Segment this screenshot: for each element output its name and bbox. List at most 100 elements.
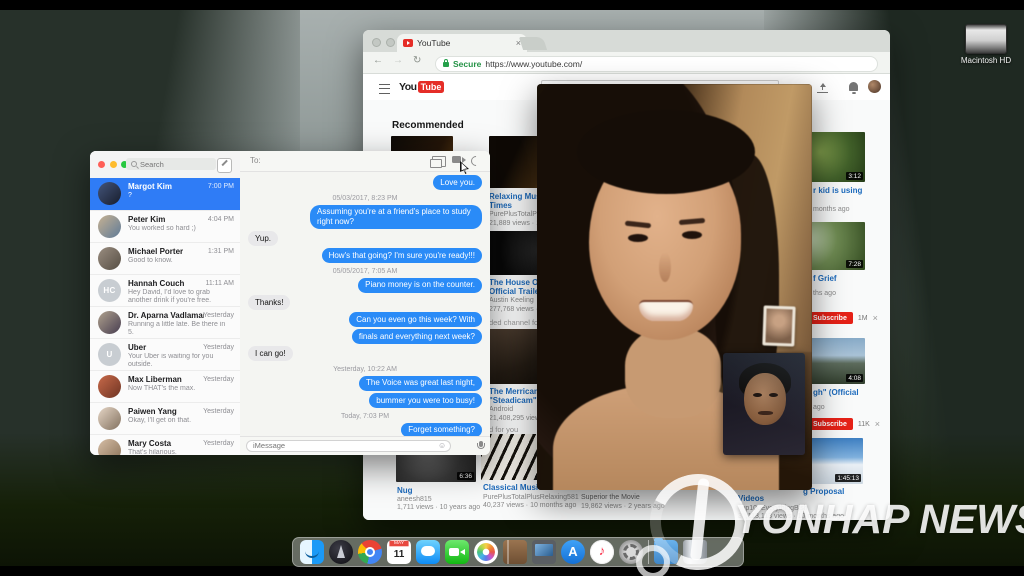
window-controls[interactable]: [98, 161, 128, 168]
message-time: Yesterday: [203, 439, 234, 447]
conversation-row-max-liberman[interactable]: Max Liberman Yesterday Now THAT's the ma…: [90, 370, 240, 402]
message-thread: Love you. 05/03/2017, 8:23 PM Assuming y…: [240, 171, 490, 437]
subscribe-button[interactable]: Subscribe: [807, 312, 853, 324]
back-icon[interactable]: ←: [373, 55, 383, 66]
conversation-row-aparna-vadlamani[interactable]: Dr. Aparna Vadlamani Yesterday Running a…: [90, 306, 240, 338]
trash-icon[interactable]: [683, 540, 707, 564]
video-title[interactable]: Videos: [738, 494, 764, 503]
conversation-row-uber[interactable]: U Uber Yesterday Your Uber is waiting fo…: [90, 338, 240, 370]
chrome-icon[interactable]: [358, 540, 382, 564]
facetime-local-video[interactable]: [723, 353, 805, 455]
timestamp: Today, 7:03 PM: [340, 413, 390, 421]
itunes-icon[interactable]: ♪: [590, 540, 614, 564]
close-window-icon[interactable]: [98, 161, 105, 168]
conversation-row-paiwen-yang[interactable]: Paiwen Yang Yesterday Okay, I'll get on …: [90, 402, 240, 434]
sent-bubble: finals and everything next week?: [351, 329, 482, 344]
sent-bubble: Can you even go this week? With: [349, 312, 482, 327]
message-preview: Hey David, I'd love to grab another drin…: [128, 288, 212, 305]
account-avatar[interactable]: [868, 80, 881, 93]
imessage-input[interactable]: [246, 439, 451, 452]
conversation-row-margot-kim[interactable]: Margot Kim 7:00 PM ?: [90, 178, 240, 210]
conversation-row-peter-kim[interactable]: Peter Kim 4:04 PM You worked so hard ;): [90, 210, 240, 242]
search-icon: [131, 161, 137, 167]
timestamp: 05/03/2017, 8:23 PM: [332, 195, 398, 203]
facetime-app-icon[interactable]: [445, 540, 469, 564]
sent-bubble: Piano money is on the counter.: [358, 277, 482, 293]
avatar: [98, 407, 121, 430]
eye: [628, 234, 648, 242]
conversation-list: Margot Kim 7:00 PM ? Peter Kim 4:04 PM Y…: [90, 178, 240, 455]
audio-call-icon[interactable]: [468, 153, 484, 169]
emoji-icon[interactable]: ☺: [438, 441, 446, 450]
message-preview: You worked so hard ;): [128, 224, 196, 232]
message-time: 7:00 PM: [207, 182, 234, 190]
desktop: Macintosh HD YouTube × ← → ↻ Secure http…: [0, 0, 1024, 576]
minimize-window-icon[interactable]: [386, 38, 395, 47]
search-input[interactable]: [126, 158, 216, 170]
hamburger-menu-icon[interactable]: [379, 84, 390, 94]
video-channel[interactable]: Austin Keeling: [489, 297, 534, 304]
conversation-row-michael-porter[interactable]: Michael Porter 1:31 PM Good to know.: [90, 242, 240, 274]
video-title[interactable]: Superior the Movie: [581, 494, 640, 501]
subscribe-button[interactable]: Subscribe: [807, 418, 853, 430]
new-tab-button[interactable]: [518, 37, 548, 50]
minimize-window-icon[interactable]: [109, 161, 117, 168]
reload-icon[interactable]: ↻: [413, 55, 421, 66]
compose-icon[interactable]: [217, 158, 232, 173]
calendar-icon[interactable]: MAY 11: [387, 540, 411, 564]
video-channel[interactable]: PurePlusTotalPlusRelaxing581: [483, 494, 579, 501]
video-channel[interactable]: Android: [489, 406, 513, 413]
youtube-logo[interactable]: You Tube: [399, 81, 445, 93]
monogram-avatar: HC: [98, 279, 121, 302]
display-icon[interactable]: [532, 540, 556, 564]
chat-header: To:: [240, 151, 490, 174]
avatar: [98, 182, 121, 205]
contact-name: Uber: [128, 343, 147, 352]
upload-icon[interactable]: [817, 83, 828, 93]
eye: [682, 231, 702, 239]
contact-name: Max Liberman: [128, 375, 182, 384]
subscriber-count: 11K: [857, 420, 870, 428]
timestamp: 05/05/2017, 7:05 AM: [332, 268, 398, 276]
tab-youtube[interactable]: YouTube ×: [397, 34, 527, 52]
facetime-window: [537, 84, 812, 490]
received-bubble: I can go!: [248, 346, 293, 361]
conversation-row-mary-costa[interactable]: Mary Costa Yesterday That's hilarious.: [90, 434, 240, 455]
dismiss-icon[interactable]: ×: [873, 313, 878, 323]
notifications-bell-icon[interactable]: [849, 82, 858, 94]
app-store-icon[interactable]: A: [561, 540, 585, 564]
message-preview: Your Uber is waiting for you outside.: [128, 352, 214, 369]
messages-app-icon[interactable]: [416, 540, 440, 564]
screen-share-icon[interactable]: [430, 156, 446, 168]
finder-icon[interactable]: [300, 540, 324, 564]
message-preview: That's hilarious.: [128, 448, 177, 456]
video-channel[interactable]: Top100EverythingBish: [738, 505, 808, 512]
video-title[interactable]: gh" (Official: [813, 388, 873, 397]
smiling-mouth: [639, 300, 693, 321]
hard-drive-icon: [965, 24, 1007, 54]
launchpad-icon[interactable]: [329, 540, 353, 564]
received-bubble: Yup.: [248, 231, 279, 246]
conversation-row-hannah-couch[interactable]: HC Hannah Couch 11:11 AM Hey David, I'd …: [90, 274, 240, 306]
chat-pane: To: Love you. 05/03/2017, 8:23 PM Assumi…: [240, 151, 490, 455]
duration-badge: 6:36: [457, 472, 474, 480]
downloads-folder-icon[interactable]: [654, 538, 678, 564]
video-title[interactable]: r kid is using: [813, 186, 873, 195]
system-preferences-icon[interactable]: [619, 540, 643, 564]
avatar: [98, 375, 121, 398]
video-title[interactable]: f Grief: [813, 274, 873, 283]
address-bar[interactable]: Secure https://www.youtube.com/: [435, 55, 878, 72]
close-window-icon[interactable]: [372, 38, 381, 47]
microphone-icon[interactable]: [477, 441, 485, 449]
desktop-icon-macintosh-hd[interactable]: Macintosh HD: [950, 24, 1022, 65]
video-channel[interactable]: aneesh815: [397, 496, 432, 503]
photos-icon[interactable]: [474, 540, 498, 564]
wall-photo-frame: [762, 305, 796, 347]
video-call-icon[interactable]: [452, 156, 461, 163]
contacts-icon[interactable]: [503, 540, 527, 564]
video-meta: 30,113,113 views · 10 months ago: [738, 513, 844, 520]
dismiss-icon[interactable]: ×: [875, 419, 880, 429]
dock-separator: [648, 540, 649, 564]
forward-icon[interactable]: →: [393, 55, 403, 66]
video-title[interactable]: Nug: [397, 486, 413, 495]
